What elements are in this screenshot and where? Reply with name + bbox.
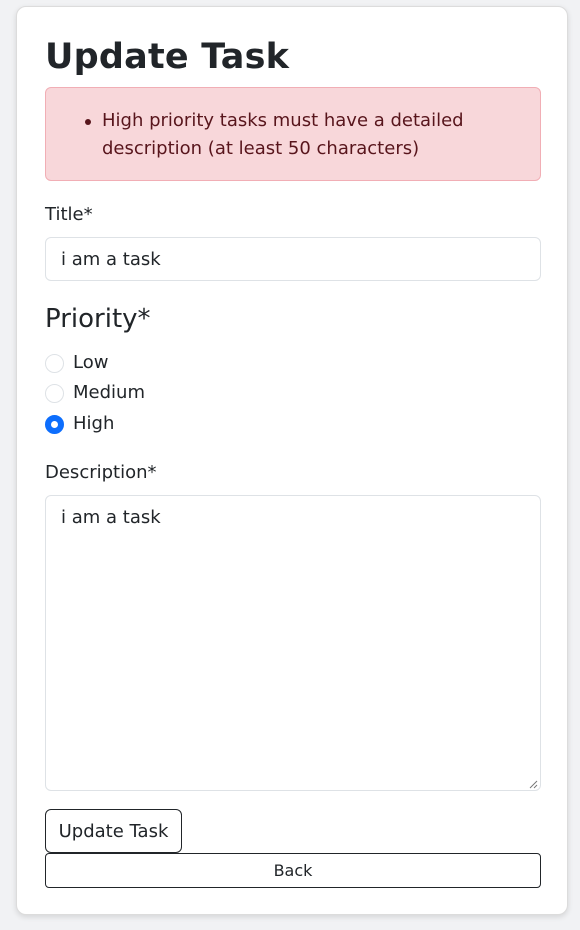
title-input[interactable] bbox=[45, 237, 541, 281]
priority-low-radio[interactable] bbox=[45, 353, 64, 373]
error-alert: High priority tasks must have a detailed… bbox=[45, 87, 541, 181]
update-task-button[interactable]: Update Task bbox=[45, 809, 182, 853]
description-label: Description* bbox=[45, 462, 157, 483]
error-list: High priority tasks must have a detailed… bbox=[85, 107, 512, 163]
resize-handle-icon[interactable] bbox=[528, 779, 538, 789]
priority-low-label: Low bbox=[73, 352, 109, 373]
priority-high-label: High bbox=[73, 413, 115, 434]
priority-heading: Priority* bbox=[45, 304, 151, 334]
priority-medium-label: Medium bbox=[73, 382, 145, 403]
title-label: Title* bbox=[45, 204, 93, 225]
page-title: Update Task bbox=[45, 37, 290, 77]
priority-option-high[interactable]: High bbox=[45, 412, 114, 436]
priority-medium-radio[interactable] bbox=[45, 383, 64, 403]
priority-option-low[interactable]: Low bbox=[45, 351, 108, 375]
error-message: High priority tasks must have a detailed… bbox=[85, 107, 512, 163]
priority-option-medium[interactable]: Medium bbox=[45, 381, 145, 405]
task-form-card: Update Task High priority tasks must hav… bbox=[16, 6, 568, 915]
priority-high-radio[interactable] bbox=[45, 414, 64, 434]
description-textarea[interactable]: i am a task bbox=[45, 495, 541, 791]
back-button[interactable]: Back bbox=[45, 853, 541, 888]
